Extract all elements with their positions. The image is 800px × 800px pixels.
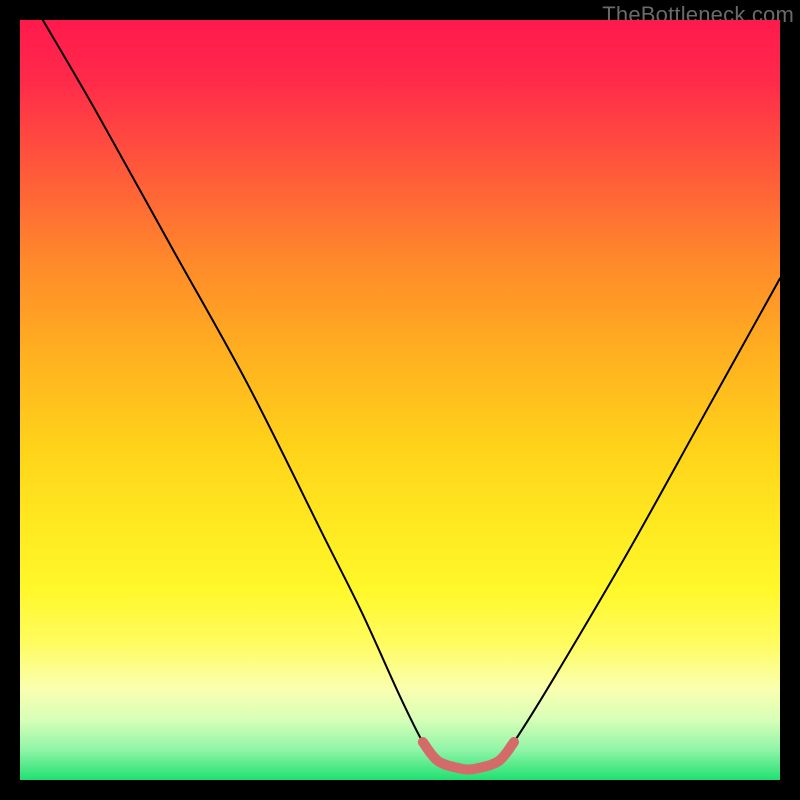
series-bottom-marker — [423, 742, 514, 770]
chart-frame: TheBottleneck.com — [0, 0, 800, 800]
chart-svg — [20, 20, 780, 780]
series-main-curve — [43, 20, 780, 770]
plot-area — [20, 20, 780, 780]
series-group — [43, 20, 780, 770]
